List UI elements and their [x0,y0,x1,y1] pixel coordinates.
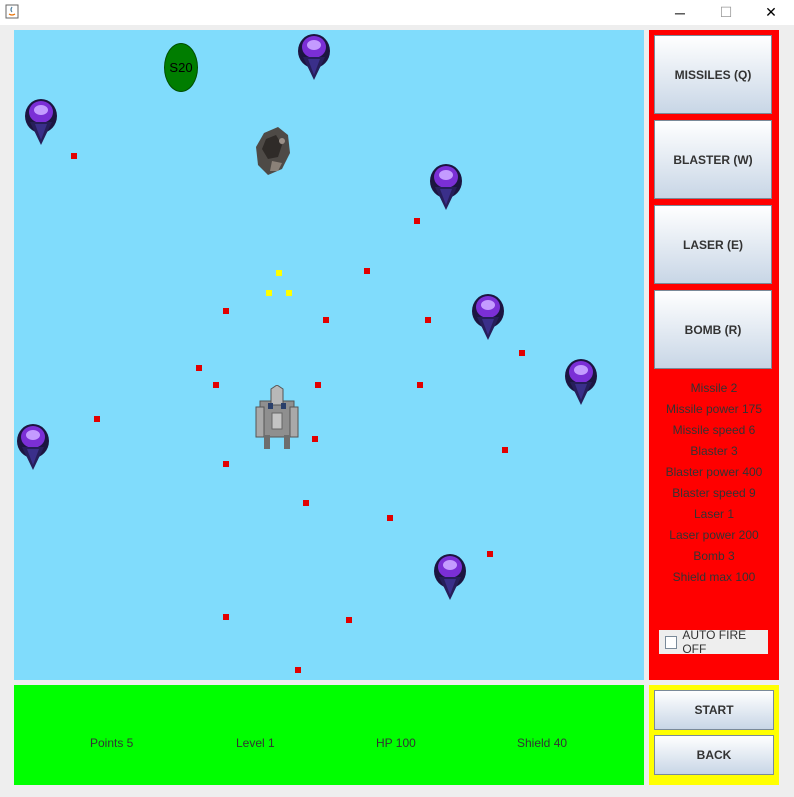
enemy-bullet [323,317,329,323]
enemy-bullet [303,500,309,506]
enemy-ship [430,164,462,210]
enemy-bullet [196,365,202,371]
enemy-ship [298,34,330,80]
enemy-bullet [387,515,393,521]
status-bar: Points 5 Level 1 HP 100 Shield 40 [14,685,644,785]
stat-bomb: Bomb 3 [693,549,735,563]
shield-bonus-pickup: S20 [164,43,198,92]
weapon-stats: Missile 2 Missile power 175 Missile spee… [649,380,779,590]
game-play-area[interactable]: S20 [14,30,644,680]
autofire-toggle[interactable]: AUTO FIRE OFF [659,628,768,656]
enemy-ship [565,359,597,405]
enemy-bullet [213,382,219,388]
enemy-bullet [425,317,431,323]
back-button[interactable]: BACK [654,735,774,775]
enemy-bullet [223,308,229,314]
enemy-bullet [315,382,321,388]
stat-missile-speed: Missile speed 6 [672,423,756,437]
stat-blaster: Blaster 3 [690,444,738,458]
minimize-button[interactable]: ─ [657,0,703,25]
enemy-bullet [295,667,301,673]
enemy-bullet [502,447,508,453]
enemy-bullet [519,350,525,356]
start-button[interactable]: START [654,690,774,730]
close-button[interactable]: ✕ [748,0,794,25]
stat-shield-max: Shield max 100 [672,570,756,584]
enemy-bullet [414,218,420,224]
enemy-bullet [223,461,229,467]
enemy-ship [25,99,57,145]
points-label: Points 5 [90,736,134,750]
level-label: Level 1 [236,736,275,750]
stat-laser: Laser 1 [693,507,735,521]
missiles-button[interactable]: MISSILES (Q) [654,35,772,114]
autofire-checkbox[interactable] [665,635,678,649]
enemy-ship [472,294,504,340]
blaster-button[interactable]: BLASTER (W) [654,120,772,199]
enemy-bullet [94,416,100,422]
java-app-icon [5,4,19,19]
stat-blaster-power: Blaster power 400 [665,465,763,479]
enemy-bullet [346,617,352,623]
weapon-panel: MISSILES (Q) BLASTER (W) LASER (E) BOMB … [649,30,779,680]
enemy-bullet [312,436,318,442]
bomb-button[interactable]: BOMB (R) [654,290,772,369]
maximize-button[interactable]: ☐ [703,0,749,25]
autofire-label: AUTO FIRE OFF [682,628,747,656]
control-panel: START BACK [649,685,779,785]
enemy-bullet [417,382,423,388]
shield-label: Shield 40 [517,736,568,750]
laser-button[interactable]: LASER (E) [654,205,772,284]
enemy-bullet [71,153,77,159]
enemy-ship [17,424,49,470]
player-shot [266,290,272,296]
stat-blaster-speed: Blaster speed 9 [672,486,756,500]
stat-laser-power: Laser power 200 [669,528,759,542]
hp-label: HP 100 [376,736,416,750]
stat-missile-power: Missile power 175 [665,402,763,416]
player-spaceship [255,385,299,449]
stat-missile: Missile 2 [690,381,738,395]
enemy-bullet [364,268,370,274]
enemy-bullet [223,614,229,620]
asteroid [256,127,290,175]
player-shot [286,290,292,296]
enemy-bullet [487,551,493,557]
player-shot [276,270,282,276]
title-bar: ─ ☐ ✕ [0,0,794,25]
enemy-ship [434,554,466,600]
